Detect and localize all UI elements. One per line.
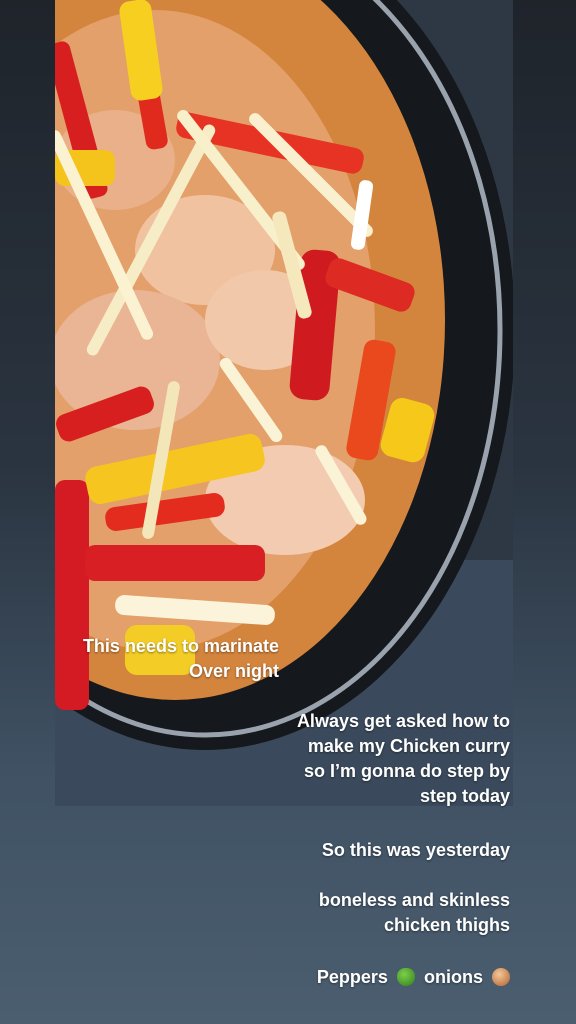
green-pepper-icon <box>396 968 415 986</box>
marinate-overlay-text: This needs to marinate Over night <box>83 634 279 684</box>
onion-icon <box>492 968 510 986</box>
curry-pan-photo <box>55 0 513 806</box>
ingredient-peppers: Peppers <box>316 967 388 987</box>
ingredient-onions: onions <box>423 967 483 987</box>
caption-line: Always get asked how to <box>296 711 510 731</box>
ingredients-line: Peppers onions <box>317 965 510 990</box>
caption-line: chicken thighs <box>383 915 510 935</box>
yesterday-caption: So this was yesterday <box>322 838 510 863</box>
caption-line: boneless and skinless <box>318 890 510 910</box>
caption-line: make my Chicken curry <box>307 736 510 756</box>
caption-line: So this was yesterday <box>321 840 510 860</box>
overlay-line: Over night <box>188 661 279 681</box>
intro-caption: Always get asked how to make my Chicken … <box>297 709 510 809</box>
ingredients-caption: Peppers onions <box>317 965 510 990</box>
overlay-line: This needs to marinate <box>82 636 279 656</box>
caption-line: so I’m gonna do step by <box>303 761 510 781</box>
caption-line: step today <box>419 786 510 806</box>
chicken-thighs-caption: boneless and skinless chicken thighs <box>319 888 510 938</box>
